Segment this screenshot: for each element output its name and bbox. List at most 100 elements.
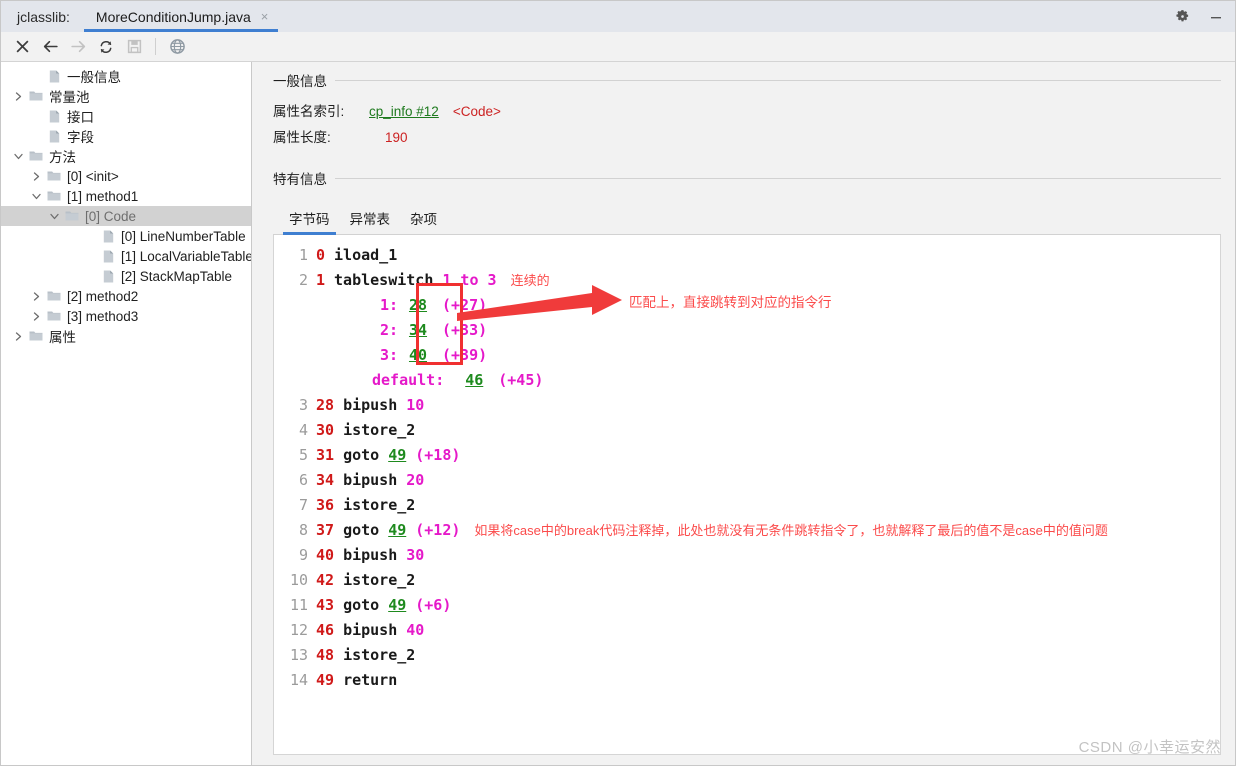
- bytecode-offset: 34: [316, 471, 335, 489]
- bytecode-offset: 49: [316, 671, 335, 689]
- bytecode-mnemonic: bipush: [343, 546, 398, 564]
- branch-target-link[interactable]: 49: [388, 443, 406, 468]
- general-info-fields: 属性名索引: cp_info #12 <Code> 属性长度: 190: [273, 100, 1221, 152]
- tree-item-1[interactable]: 常量池: [1, 86, 251, 106]
- bytecode-line: 6 34 bipush 20: [274, 468, 1220, 493]
- bytecode-line: 14 49 return: [274, 668, 1220, 693]
- chevron-right-icon[interactable]: [11, 326, 26, 346]
- bytecode-offset: 0: [316, 246, 326, 264]
- line-number: 10: [289, 571, 308, 589]
- bytecode-mnemonic: istore_2: [343, 646, 416, 664]
- info-extra: <Code>: [452, 104, 501, 119]
- line-number: 13: [289, 646, 308, 664]
- switch-case-key: 2:: [379, 321, 398, 339]
- chevron-right-icon[interactable]: [29, 166, 44, 186]
- bytecode-offset: 30: [316, 421, 335, 439]
- bytecode-line: 9 40 bipush 30: [274, 543, 1220, 568]
- constant-pool-link[interactable]: cp_info #12: [369, 104, 439, 119]
- tab-2[interactable]: 杂项: [400, 204, 447, 234]
- line-number: 6: [298, 471, 308, 489]
- chevron-right-icon[interactable]: [29, 306, 44, 326]
- branch-target-link[interactable]: 49: [388, 518, 406, 543]
- tree-item-6[interactable]: [1] method1: [1, 186, 251, 206]
- splitter[interactable]: [252, 62, 259, 765]
- tree-item-13[interactable]: 属性: [1, 326, 251, 346]
- line-number: 14: [289, 671, 308, 689]
- forward-arrow-icon: [65, 35, 91, 59]
- line-number: 3: [298, 396, 308, 414]
- bytecode-line: 3 28 bipush 10: [274, 393, 1220, 418]
- chevron-right-icon[interactable]: [11, 86, 26, 106]
- structure-tree[interactable]: 一般信息常量池接口 字段 方法 [0] <init> [1] method1 [0] Co…: [1, 62, 252, 765]
- switch-case-target-link: 28: [408, 296, 428, 314]
- bytecode-line: 8 37 goto 49 (+12) 如果将case中的break代码注释掉，此处也就没有…: [274, 518, 1220, 543]
- switch-case-offset: (+33): [442, 321, 488, 339]
- bytecode-offset: 48: [316, 646, 335, 664]
- folder-icon: [26, 86, 46, 106]
- chevron-down-icon[interactable]: [47, 206, 62, 226]
- bytecode-offset: 1: [316, 271, 326, 289]
- tree-item-label: [3] method3: [67, 308, 139, 324]
- tree-item-2[interactable]: 接口: [1, 106, 251, 126]
- chevron-right-icon[interactable]: [29, 286, 44, 306]
- folder-icon: [62, 206, 82, 226]
- tree-item-5[interactable]: [0] <init>: [1, 166, 251, 186]
- tree-item-label: [1] LocalVariableTable: [121, 248, 252, 264]
- specific-info-title: 特有信息: [273, 172, 327, 187]
- tab-0[interactable]: 字节码: [279, 204, 340, 235]
- tree-item-3[interactable]: 字段: [1, 126, 251, 146]
- browse-icon[interactable]: [164, 35, 190, 59]
- tree-item-10[interactable]: [2] StackMapTable: [1, 266, 251, 286]
- info-key: 属性长度:: [273, 130, 331, 145]
- bytecode-operand: 1 to 3: [442, 271, 497, 289]
- tree-item-9[interactable]: [1] LocalVariableTable: [1, 246, 251, 266]
- info-key: 属性名索引:: [273, 104, 345, 119]
- tree-item-label: 属性: [49, 330, 76, 345]
- tree-item-label: 接口: [67, 110, 94, 125]
- file-icon: [98, 226, 118, 246]
- tab-active-underline: [83, 29, 279, 32]
- bytecode-operand: 30: [406, 546, 425, 564]
- branch-offset: (+12): [415, 521, 461, 539]
- tree-item-label: 常量池: [49, 90, 90, 105]
- line-number: 7: [298, 496, 308, 514]
- bytecode-mnemonic: istore_2: [343, 496, 416, 514]
- detail-tabs: 字节码 异常表 杂项: [273, 204, 1221, 235]
- line-number: 1: [298, 246, 308, 264]
- bytecode-pane[interactable]: 1 0 iload_1 2 1 tableswitch 1 to 3 连续的 1: 28 (+27)…: [273, 235, 1221, 755]
- document-tab-label: MoreConditionJump.java: [95, 8, 251, 25]
- folder-icon: [44, 306, 64, 326]
- tree-item-7[interactable]: [0] Code: [1, 206, 251, 226]
- bytecode-line: 7 36 istore_2: [274, 493, 1220, 518]
- close-file-icon[interactable]: [9, 35, 35, 59]
- chevron-down-icon[interactable]: [29, 186, 44, 206]
- general-info-header: 一般信息: [273, 70, 1221, 90]
- bytecode-line: 4 30 istore_2: [274, 418, 1220, 443]
- tree-item-11[interactable]: [2] method2: [1, 286, 251, 306]
- line-number: 9: [298, 546, 308, 564]
- chevron-down-icon[interactable]: [11, 146, 26, 166]
- tree-item-8[interactable]: [0] LineNumberTable: [1, 226, 251, 246]
- gear-icon[interactable]: [1173, 8, 1191, 26]
- bytecode-line: 12 46 bipush 40: [274, 618, 1220, 643]
- bytecode-mnemonic: iload_1: [334, 246, 398, 264]
- branch-offset: (+18): [415, 446, 461, 464]
- tab-label: 字节码: [289, 212, 330, 227]
- tree-item-4[interactable]: 方法: [1, 146, 251, 166]
- tab-1[interactable]: 异常表: [340, 204, 401, 234]
- bytecode-offset: 31: [316, 446, 335, 464]
- bytecode-line: 11 43 goto 49 (+6): [274, 593, 1220, 618]
- titlebar-spacer: [278, 1, 1173, 32]
- tree-item-label: [0] LineNumberTable: [121, 228, 246, 244]
- minimize-icon[interactable]: [1207, 8, 1225, 26]
- tree-item-0[interactable]: 一般信息: [1, 66, 251, 86]
- close-icon[interactable]: ×: [261, 10, 269, 23]
- branch-target-link[interactable]: 49: [388, 593, 406, 618]
- jclasslib-window: jclasslib: MoreConditionJump.java × 一般信息…: [0, 0, 1236, 766]
- back-arrow-icon[interactable]: [37, 35, 63, 59]
- reload-icon[interactable]: [93, 35, 119, 59]
- tree-item-12[interactable]: [3] method3: [1, 306, 251, 326]
- switch-case-target-link: 40: [408, 346, 428, 364]
- document-tab[interactable]: MoreConditionJump.java ×: [83, 1, 279, 32]
- title-bar: jclasslib: MoreConditionJump.java ×: [1, 1, 1235, 32]
